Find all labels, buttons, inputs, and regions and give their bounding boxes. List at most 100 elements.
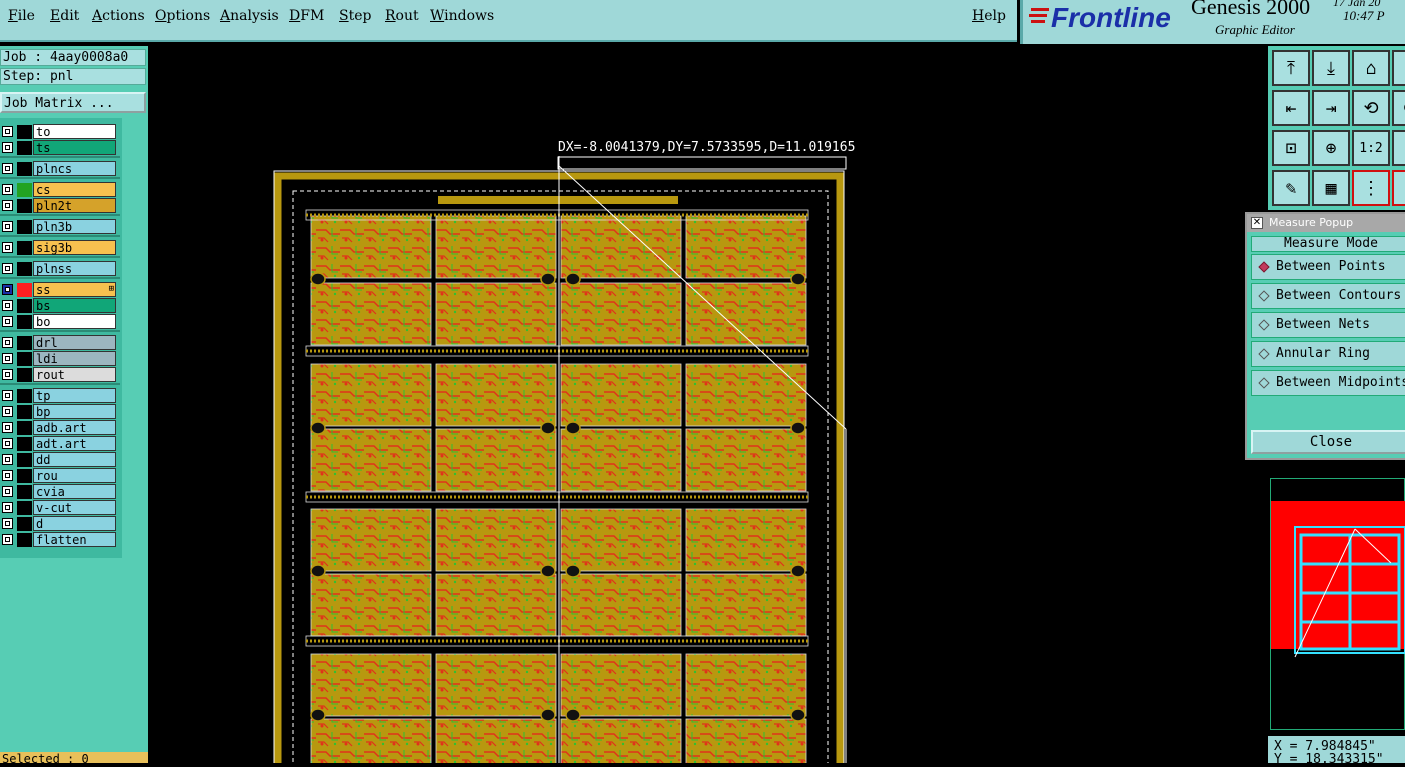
- side-button[interactable]: ▯: [1392, 50, 1405, 86]
- layer-name[interactable]: bs: [33, 298, 116, 313]
- layer-name[interactable]: cs: [33, 182, 116, 197]
- radio-diamond-icon[interactable]: [1258, 377, 1270, 389]
- layer-row[interactable]: d: [0, 516, 118, 532]
- menu-help[interactable]: Help: [972, 8, 1006, 24]
- layer-row[interactable]: v-cut: [0, 500, 118, 516]
- layer-name[interactable]: ts: [33, 140, 116, 155]
- layer-row[interactable]: to: [0, 124, 118, 140]
- grid-button[interactable]: ▦: [1312, 170, 1350, 206]
- layer-row[interactable]: pln3b: [0, 219, 118, 235]
- layer-row[interactable]: tp: [0, 388, 118, 404]
- layer-color-swatch[interactable]: [17, 501, 32, 515]
- layer-checkbox[interactable]: [2, 470, 13, 481]
- layer-row[interactable]: bo: [0, 314, 118, 330]
- layer-checkbox[interactable]: [2, 263, 13, 274]
- layer-checkbox[interactable]: [2, 454, 13, 465]
- layer-checkbox[interactable]: [2, 142, 13, 153]
- layer-name[interactable]: sig3b: [33, 240, 116, 255]
- scale-button[interactable]: 1:2: [1352, 130, 1390, 166]
- menu-step[interactable]: Step: [339, 8, 371, 24]
- radio-diamond-icon[interactable]: [1258, 261, 1270, 273]
- layer-checkbox[interactable]: [2, 438, 13, 449]
- layer-name[interactable]: plnss: [33, 261, 116, 276]
- layer-checkbox[interactable]: [2, 406, 13, 417]
- layer-color-swatch[interactable]: [17, 220, 32, 234]
- pan-right-button[interactable]: ⇥: [1312, 90, 1350, 126]
- graphic-canvas[interactable]: DX=-8.0041379,DY=7.5733595,D=11.019165: [148, 46, 1268, 767]
- house-button[interactable]: ⌂: [1352, 50, 1390, 86]
- layer-name[interactable]: dd: [33, 452, 116, 467]
- layer-color-swatch[interactable]: [17, 437, 32, 451]
- pan-left-button[interactable]: ⇤: [1272, 90, 1310, 126]
- layer-color-swatch[interactable]: [17, 368, 32, 382]
- layer-row[interactable]: drl: [0, 335, 118, 351]
- layer-name[interactable]: pln2t: [33, 198, 116, 213]
- close-icon[interactable]: ✕: [1251, 217, 1263, 229]
- layer-name[interactable]: to: [33, 124, 116, 139]
- layer-name[interactable]: v-cut: [33, 500, 116, 515]
- panel-button[interactable]: ▢: [1392, 130, 1405, 166]
- menu-analysis[interactable]: Analysis: [220, 8, 279, 24]
- layer-name[interactable]: ss: [33, 282, 116, 297]
- layer-checkbox[interactable]: [2, 390, 13, 401]
- net2-button[interactable]: ⋮: [1392, 170, 1405, 206]
- layer-checkbox[interactable]: [2, 353, 13, 364]
- layer-name[interactable]: flatten: [33, 532, 116, 547]
- layer-color-swatch[interactable]: [17, 421, 32, 435]
- layer-checkbox[interactable]: [2, 184, 13, 195]
- layer-checkbox[interactable]: [2, 369, 13, 380]
- menu-windows[interactable]: Windows: [430, 8, 494, 24]
- step-right-button[interactable]: ⟳: [1392, 90, 1405, 126]
- layer-checkbox[interactable]: [2, 163, 13, 174]
- layer-color-swatch[interactable]: [17, 469, 32, 483]
- layer-row[interactable]: bs: [0, 298, 118, 314]
- menu-actions[interactable]: Actions: [92, 8, 145, 24]
- layer-name[interactable]: adt.art: [33, 436, 116, 451]
- radio-diamond-icon[interactable]: [1258, 348, 1270, 360]
- zoom-fit-button[interactable]: ⊡: [1272, 130, 1310, 166]
- menu-rout[interactable]: Rout: [385, 8, 419, 24]
- layer-row[interactable]: ts: [0, 140, 118, 156]
- layer-row[interactable]: plncs: [0, 161, 118, 177]
- layer-checkbox[interactable]: [2, 502, 13, 513]
- job-matrix-button[interactable]: Job Matrix ...: [0, 92, 146, 113]
- layer-checkbox[interactable]: [2, 200, 13, 211]
- layer-checkbox[interactable]: [2, 337, 13, 348]
- layer-row[interactable]: adb.art: [0, 420, 118, 436]
- layer-row[interactable]: plnss: [0, 261, 118, 277]
- layer-color-swatch[interactable]: [17, 389, 32, 403]
- layer-row[interactable]: bp: [0, 404, 118, 420]
- layer-color-swatch[interactable]: [17, 162, 32, 176]
- radio-diamond-icon[interactable]: [1258, 319, 1270, 331]
- layer-checkbox[interactable]: [2, 422, 13, 433]
- edit-tool-button[interactable]: ✎: [1272, 170, 1310, 206]
- layer-row[interactable]: ss ⊞: [0, 282, 118, 298]
- layer-checkbox[interactable]: [2, 221, 13, 232]
- layer-checkbox[interactable]: [2, 300, 13, 311]
- layer-row[interactable]: flatten: [0, 532, 118, 548]
- layer-color-swatch[interactable]: [17, 517, 32, 531]
- step-left-button[interactable]: ⟲: [1352, 90, 1390, 126]
- layer-color-swatch[interactable]: [17, 141, 32, 155]
- layer-name[interactable]: bp: [33, 404, 116, 419]
- layer-name[interactable]: cvia: [33, 484, 116, 499]
- radio-diamond-icon[interactable]: [1258, 290, 1270, 302]
- layer-row[interactable]: pln2t: [0, 198, 118, 214]
- measure-option[interactable]: Annular Ring: [1251, 341, 1405, 367]
- layer-row[interactable]: ldi: [0, 351, 118, 367]
- menu-edit[interactable]: Edit: [50, 8, 79, 24]
- layer-name[interactable]: rout: [33, 367, 116, 382]
- close-button[interactable]: Close: [1251, 430, 1405, 454]
- layer-color-swatch[interactable]: [17, 336, 32, 350]
- layer-name[interactable]: pln3b: [33, 219, 116, 234]
- layer-color-swatch[interactable]: [17, 125, 32, 139]
- menu-options[interactable]: Options: [155, 8, 210, 24]
- layer-name[interactable]: rou: [33, 468, 116, 483]
- layer-color-swatch[interactable]: [17, 199, 32, 213]
- layer-name[interactable]: ldi: [33, 351, 116, 366]
- layer-checkbox[interactable]: [2, 242, 13, 253]
- layer-checkbox[interactable]: [2, 534, 13, 545]
- menu-dfm[interactable]: DFM: [289, 8, 324, 24]
- layer-name[interactable]: tp: [33, 388, 116, 403]
- layer-color-swatch[interactable]: [17, 283, 32, 297]
